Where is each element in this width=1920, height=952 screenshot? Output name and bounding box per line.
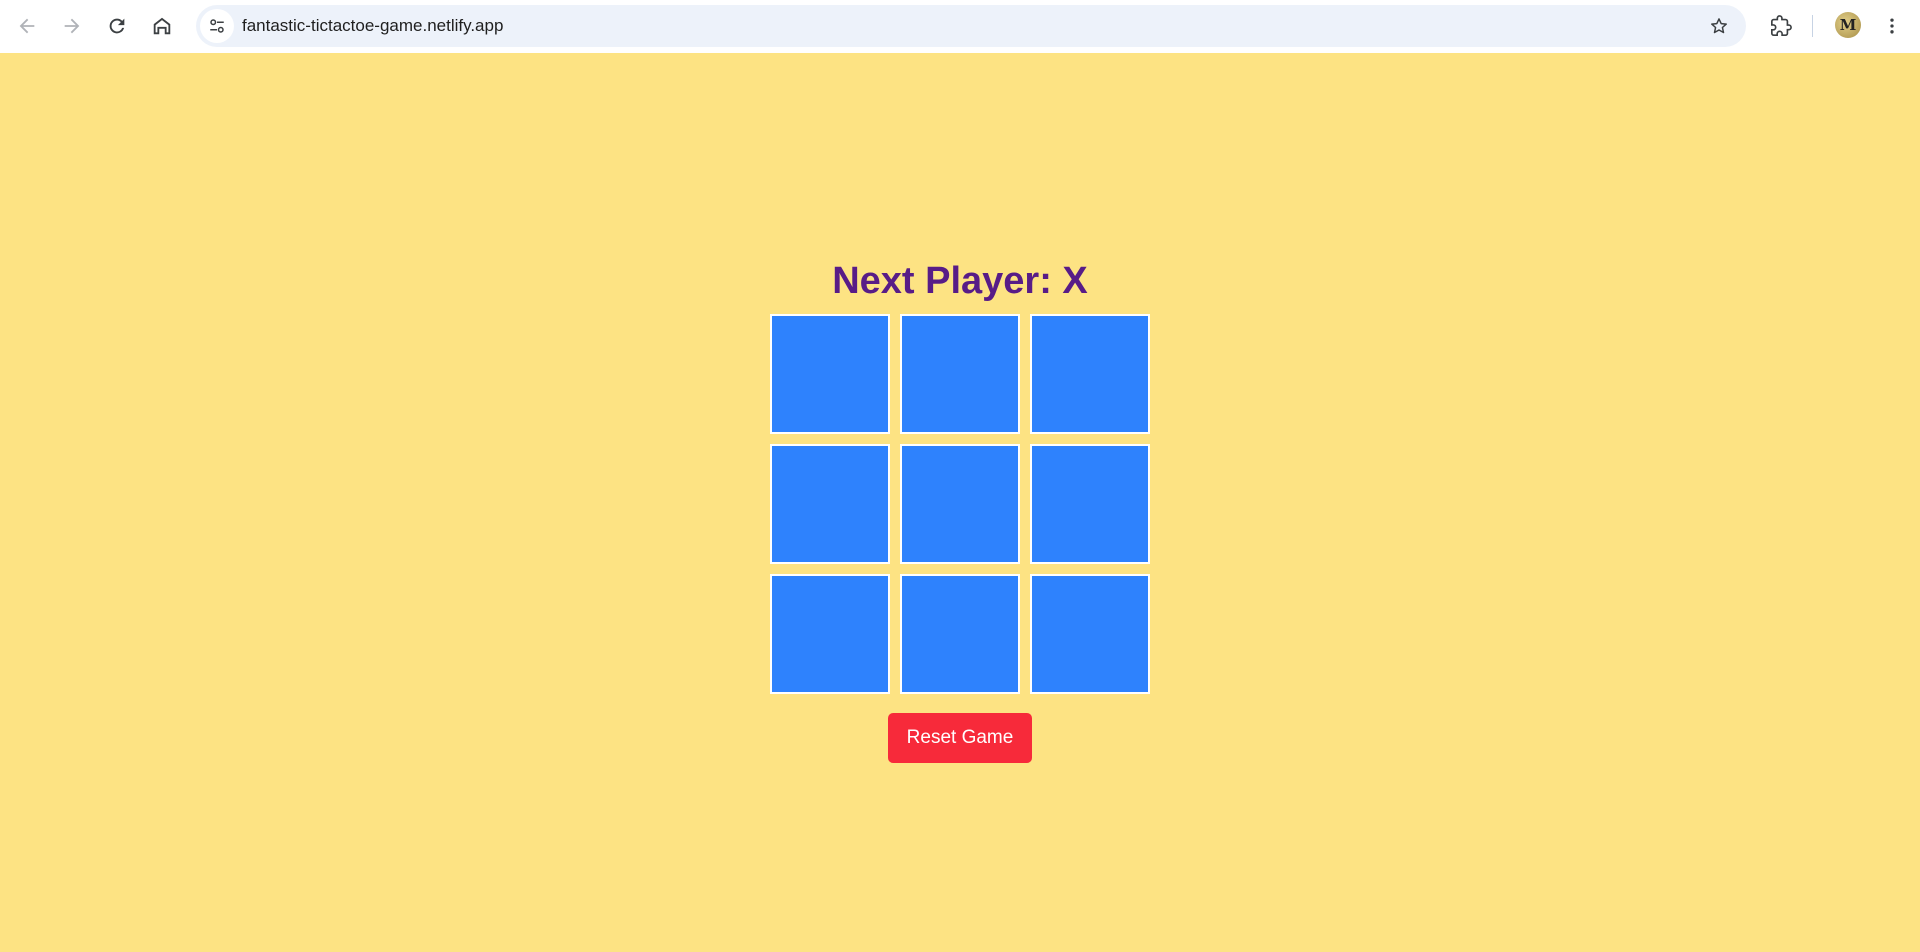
forward-icon [64,18,80,34]
extensions-button[interactable] [1763,8,1799,44]
back-icon [19,18,35,34]
reload-button[interactable] [99,8,135,44]
toolbar-separator [1812,15,1813,37]
bookmark-star-icon [1711,18,1727,34]
board-cell-1[interactable] [770,314,890,434]
bookmark-button[interactable] [1704,11,1734,41]
forward-button[interactable] [54,8,90,44]
url-text[interactable]: fantastic-tictactoe-game.netlify.app [242,16,503,36]
board-cell-6[interactable] [1030,444,1150,564]
board-cell-4[interactable] [770,444,890,564]
kebab-menu-icon [1890,18,1894,34]
board-cell-5[interactable] [900,444,1020,564]
tictactoe-board [770,314,1150,694]
game-page: Next Player: X Reset Game [0,53,1920,952]
home-button[interactable] [144,8,180,44]
home-icon [153,17,171,35]
game-status-title: Next Player: X [832,260,1088,302]
extensions-icon [1771,15,1792,36]
browser-menu-button[interactable] [1877,8,1907,44]
board-cell-2[interactable] [900,314,1020,434]
site-info-icon [210,19,224,33]
board-cell-7[interactable] [770,574,890,694]
site-info-button[interactable] [200,9,234,43]
board-cell-9[interactable] [1030,574,1150,694]
reset-game-button[interactable]: Reset Game [888,713,1032,763]
back-button[interactable] [9,8,45,44]
browser-toolbar: fantastic-tictactoe-game.netlify.app M [0,0,1920,53]
profile-avatar[interactable]: M [1835,12,1861,38]
address-bar[interactable]: fantastic-tictactoe-game.netlify.app [196,5,1746,47]
board-cell-3[interactable] [1030,314,1150,434]
board-cell-8[interactable] [900,574,1020,694]
reload-icon [109,18,125,34]
